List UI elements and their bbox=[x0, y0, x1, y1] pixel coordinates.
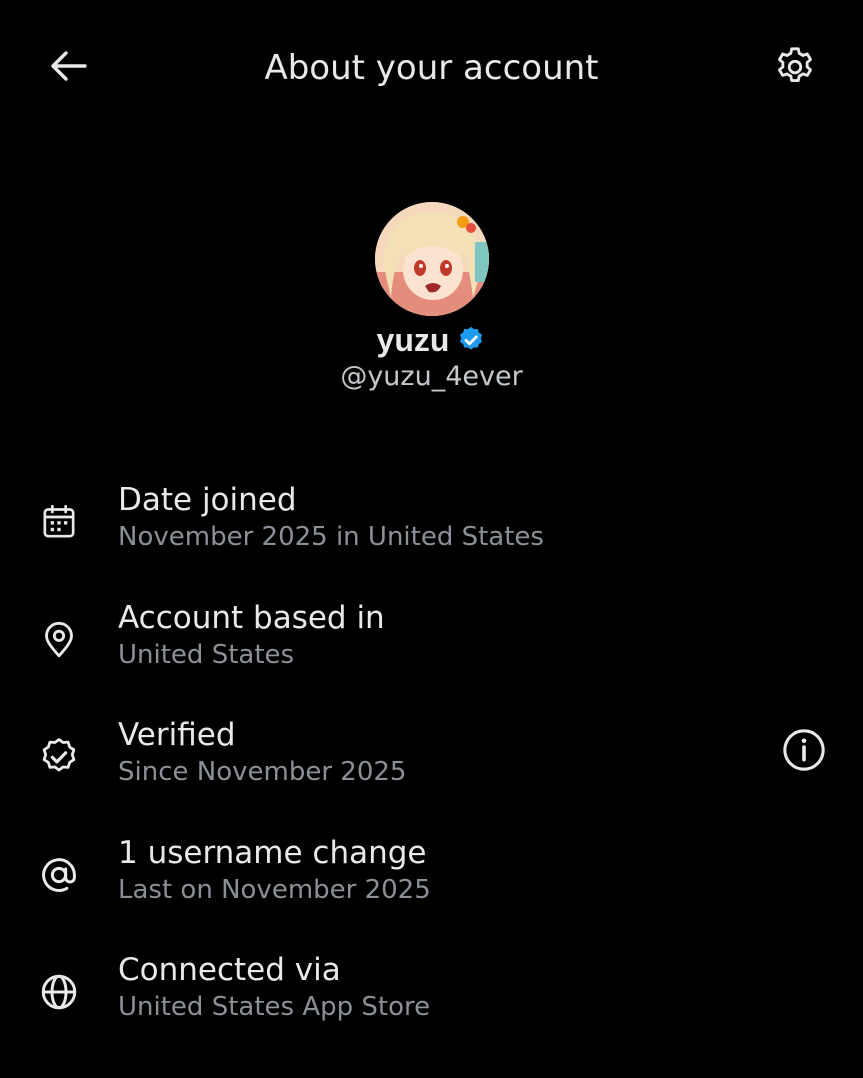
page-title: About your account bbox=[264, 48, 599, 88]
settings-button[interactable] bbox=[766, 42, 824, 96]
row-title: Account based in bbox=[118, 599, 385, 636]
list-item-connected-via: Connected via United States App Store bbox=[0, 948, 863, 1066]
avatar-illustration bbox=[374, 202, 489, 316]
account-details-list: Date joined November 2025 in United Stat… bbox=[0, 478, 863, 1066]
calendar-icon bbox=[33, 496, 85, 548]
location-pin-icon bbox=[33, 614, 85, 666]
row-subtitle: Since November 2025 bbox=[118, 757, 407, 787]
row-subtitle: Last on November 2025 bbox=[118, 874, 431, 905]
row-title: Date joined bbox=[118, 482, 297, 518]
row-subtitle: United States bbox=[118, 639, 295, 670]
verified-badge-icon bbox=[456, 325, 486, 355]
row-subtitle: United States App Store bbox=[118, 992, 431, 1022]
list-item-date-joined: Date joined November 2025 in United Stat… bbox=[0, 478, 863, 596]
display-name: yuzu bbox=[376, 322, 450, 358]
verified-info-button[interactable] bbox=[778, 726, 830, 778]
globe-icon bbox=[33, 966, 85, 1018]
info-icon bbox=[781, 727, 827, 777]
row-title: 1 username change bbox=[118, 834, 427, 871]
verified-check-icon bbox=[33, 731, 85, 783]
row-title: Connected via bbox=[118, 952, 341, 988]
avatar[interactable] bbox=[374, 202, 489, 316]
list-item-verified: Verified Since November 2025 bbox=[0, 713, 863, 831]
profile-summary: yuzu @yuzu_4ever bbox=[0, 202, 863, 394]
list-item-account-based-in: Account based in United States bbox=[0, 596, 863, 714]
list-item-username-changes: 1 username change Last on November 2025 bbox=[0, 831, 863, 949]
row-title: Verified bbox=[118, 717, 236, 753]
username-handle: @yuzu_4ever bbox=[340, 361, 523, 392]
top-bar: About your account bbox=[0, 0, 863, 136]
name-row: yuzu bbox=[0, 320, 863, 360]
at-sign-icon bbox=[33, 849, 85, 901]
gear-icon bbox=[772, 44, 818, 94]
row-subtitle: November 2025 in United States bbox=[118, 522, 544, 552]
